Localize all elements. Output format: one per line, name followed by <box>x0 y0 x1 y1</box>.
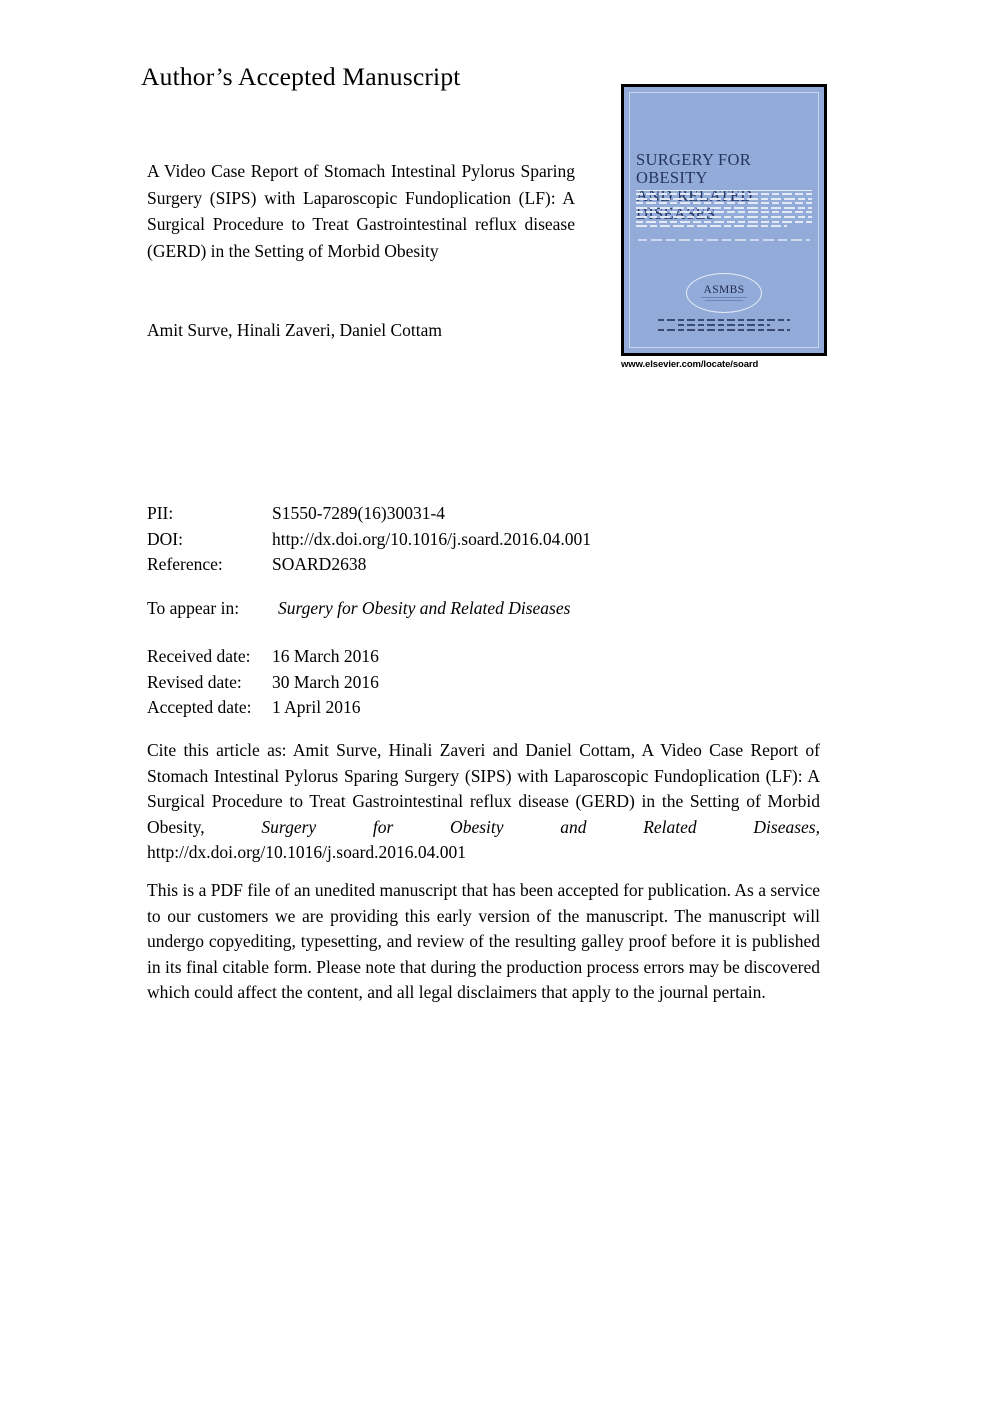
to-appear-in-row: To appear in: Surgery for Obesity and Re… <box>147 598 570 619</box>
pii-label: PII: <box>147 503 174 523</box>
accepted-date-value: 1 April 2016 <box>272 697 361 717</box>
cover-microtext-line <box>636 220 812 223</box>
pii-value: S1550-7289(16)30031-4 <box>272 503 446 523</box>
revised-date-value: 30 March 2016 <box>272 671 379 692</box>
accepted-date-row: Accepted date: 1 April 2016 <box>147 695 379 721</box>
cover-editor-line <box>638 239 810 241</box>
cover-footer-line <box>658 329 790 331</box>
cover-microtext-line <box>636 193 812 195</box>
metadata-row-doi: DOI: http://dx.doi.org/10.1016/j.soard.2… <box>147 527 591 553</box>
cover-microtext-line <box>636 202 812 205</box>
cover-footer-line <box>677 324 771 326</box>
revised-date-row: Revised date: 30 March 2016 <box>147 670 379 696</box>
to-appear-in-label: To appear in: <box>147 598 240 618</box>
disclaimer-paragraph: This is a PDF file of an unedited manusc… <box>147 878 820 1006</box>
doi-label: DOI: <box>147 528 183 549</box>
asmbs-logo: ASMBS <box>686 273 762 313</box>
cover-microtext-line <box>636 225 788 228</box>
asmbs-logo-rule <box>701 296 747 299</box>
cover-journal-title-line-1: SURGERY FOR OBESITY <box>636 150 752 187</box>
accepted-manuscript-heading: Author’s Accepted Manuscript <box>141 62 461 91</box>
disclaimer-text: This is a PDF file of an unedited manusc… <box>147 880 820 1002</box>
cover-microtext-line <box>636 206 812 209</box>
asmbs-logo-rule <box>705 299 743 302</box>
journal-cover-image: SURGERY FOR OBESITY AND RELATED DISEASES… <box>621 84 827 356</box>
cover-divider <box>636 190 812 191</box>
cover-footer-microtext <box>658 319 790 334</box>
cover-footer-line <box>658 319 790 321</box>
doi-value[interactable]: http://dx.doi.org/10.1016/j.soard.2016.0… <box>272 527 591 553</box>
article-title: A Video Case Report of Stomach Intestina… <box>147 158 575 264</box>
cover-topics-microtext <box>636 193 812 230</box>
elsevier-url: www.elsevier.com/locate/soard <box>621 359 759 370</box>
reference-label: Reference: <box>147 554 223 574</box>
received-date-label: Received date: <box>147 646 251 666</box>
journal-cover-thumbnail: SURGERY FOR OBESITY AND RELATED DISEASES… <box>621 84 827 370</box>
article-authors: Amit Surve, Hinali Zaveri, Daniel Cottam <box>147 320 443 340</box>
citation-paragraph: Cite this article as: Amit Surve, Hinali… <box>147 738 820 866</box>
cover-microtext-line <box>636 211 812 214</box>
received-date-value: 16 March 2016 <box>272 646 379 666</box>
received-date-row: Received date: 16 March 2016 <box>147 644 379 670</box>
manuscript-cover-page: Author’s Accepted Manuscript A Video Cas… <box>0 0 992 1403</box>
citation-journal-name: Surgery for Obesity and Related Diseases… <box>261 816 820 837</box>
cover-microtext-line <box>636 215 812 218</box>
asmbs-logo-text: ASMBS <box>703 283 745 296</box>
revised-date-label: Revised date: <box>147 671 242 692</box>
accepted-date-label: Accepted date: <box>147 697 252 717</box>
metadata-row-pii: PII: S1550-7289(16)30031-4 <box>147 501 591 527</box>
reference-value: SOARD2638 <box>272 554 367 574</box>
to-appear-in-value: Surgery for Obesity and Related Diseases <box>278 598 571 618</box>
article-title-text: A Video Case Report of Stomach Intestina… <box>147 161 575 261</box>
citation-doi[interactable]: http://dx.doi.org/10.1016/j.soard.2016.0… <box>147 842 466 862</box>
metadata-table: PII: S1550-7289(16)30031-4 DOI: http://d… <box>147 501 591 578</box>
metadata-row-reference: Reference: SOARD2638 <box>147 552 591 578</box>
cover-microtext-line <box>636 197 812 200</box>
dates-table: Received date: 16 March 2016 Revised dat… <box>147 644 379 721</box>
